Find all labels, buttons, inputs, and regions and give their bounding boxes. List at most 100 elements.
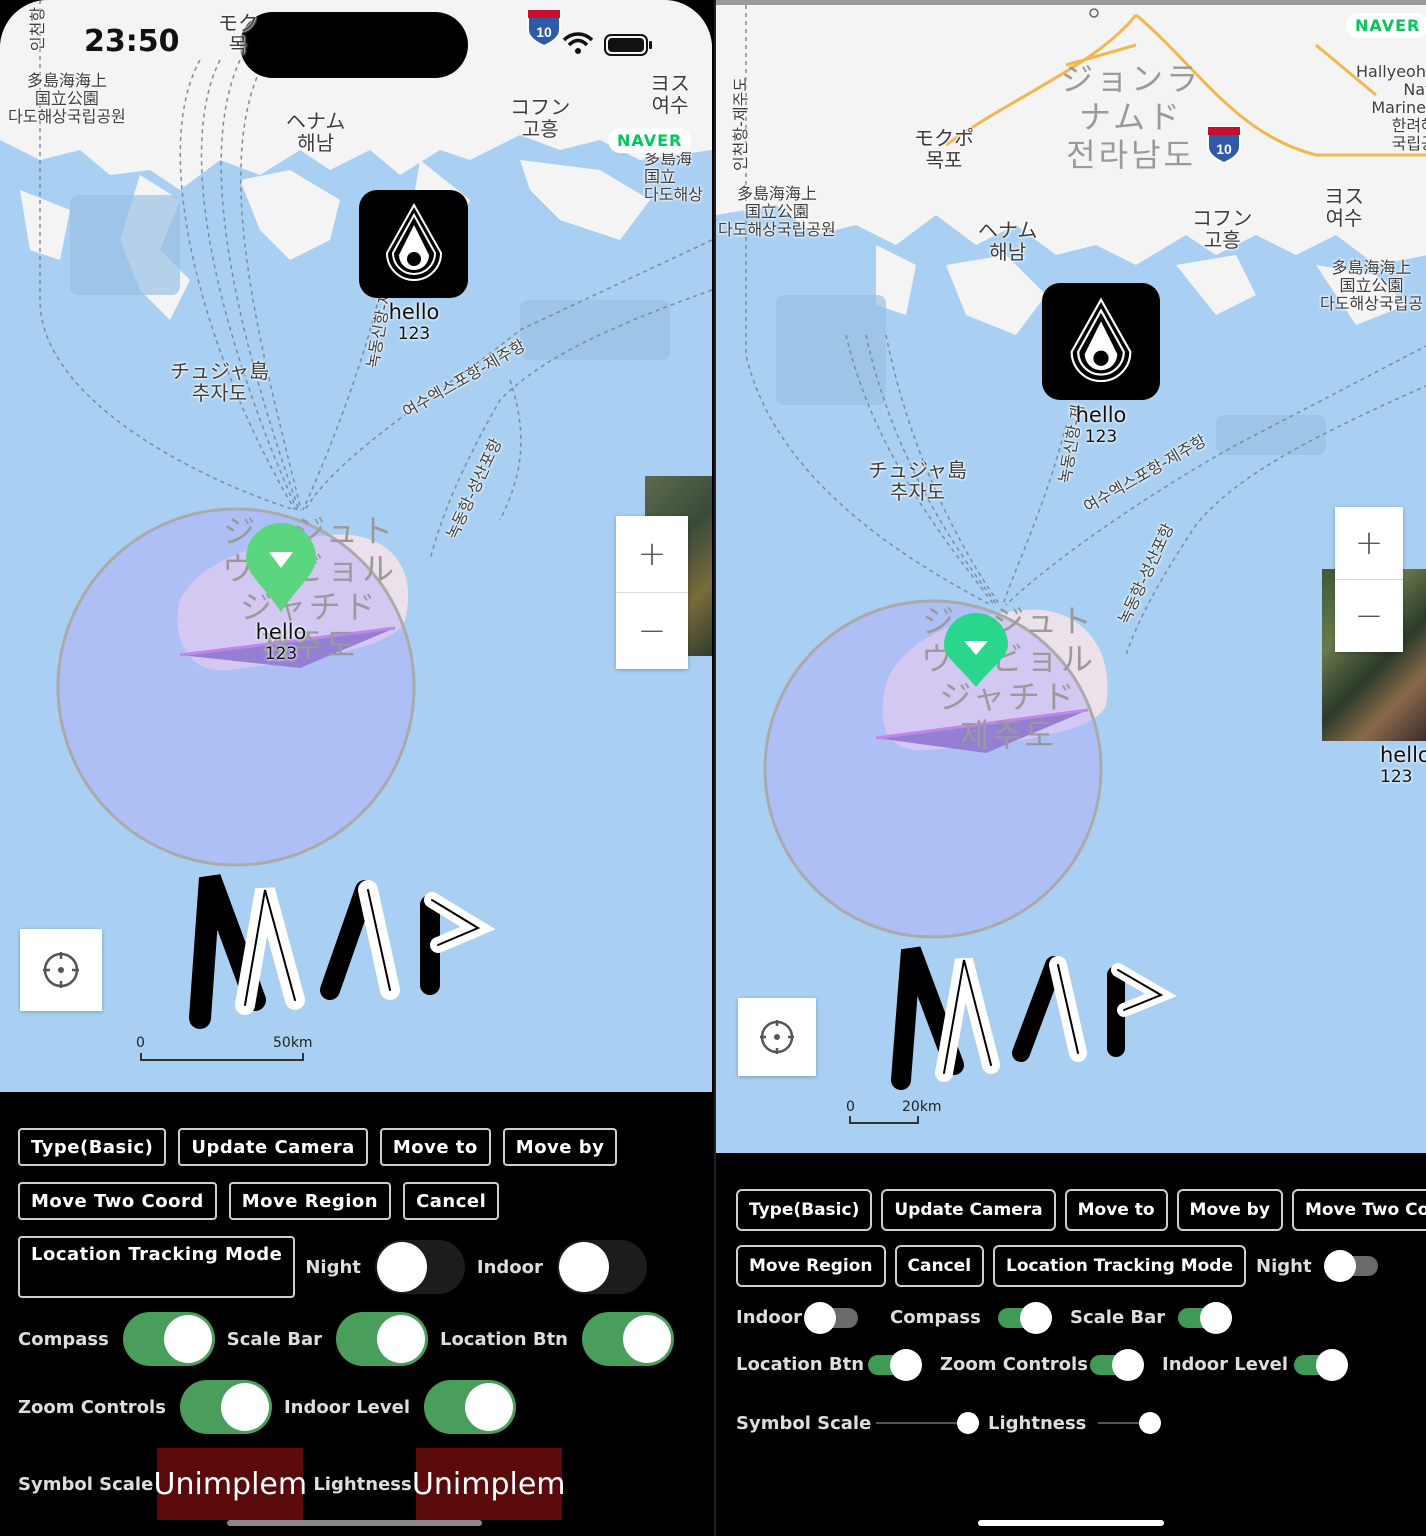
battery-icon: [604, 34, 652, 56]
label-mokpo: モクポ 목포: [914, 126, 974, 172]
label-tadohae: 多島海海上 国立公園 다도해상국립공원: [8, 71, 126, 126]
location-pin-marker[interactable]: [244, 522, 318, 614]
android-phone-screen: 10 NAVER HallyeohaNat'Marine I한려해국립공 ジョン…: [714, 0, 1426, 1536]
move-by-button[interactable]: Move by: [1176, 1189, 1283, 1231]
symbol-scale-slider-thumb[interactable]: [957, 1412, 979, 1434]
move-to-button[interactable]: Move to: [379, 1128, 491, 1166]
compass-label: Compass: [18, 1328, 109, 1350]
type-basic-button[interactable]: Type(Basic): [736, 1189, 873, 1231]
compass-label: Compass: [890, 1307, 981, 1328]
zoom-out-button[interactable]: −: [1335, 579, 1403, 652]
label-goheung: コフン 고흥: [510, 95, 571, 141]
indoor-level-label: Indoor Level: [283, 1396, 410, 1418]
ios-phone-screen: 10 23:50 多島海海上 国立公園 다도해상국립공원 ヘナム 해남 コフン …: [0, 0, 712, 1536]
location-tracking-mode-button[interactable]: Location Tracking Mode: [18, 1236, 296, 1298]
scale-bar: 0 20km: [846, 1099, 946, 1124]
scale-bar: 0 50km: [136, 1035, 313, 1061]
label-haenam: ヘナム 해남: [286, 109, 346, 155]
ios-map-view[interactable]: 10 23:50 多島海海上 国立公園 다도해상국립공원 ヘナム 해남 コフン …: [0, 0, 712, 1092]
location-btn-toggle[interactable]: [868, 1348, 922, 1381]
zoom-in-button[interactable]: +: [616, 516, 688, 592]
scale-bar-toggle[interactable]: [1178, 1301, 1232, 1334]
lightness-unimplemented: Unimplem: [412, 1448, 566, 1520]
zoom-controls-label: Zoom Controls: [940, 1354, 1088, 1375]
zoom-controls-toggle[interactable]: [179, 1380, 272, 1434]
label-yeosu: ヨス 여수: [650, 71, 690, 117]
location-btn-label: Location Btn: [439, 1328, 568, 1350]
location-button[interactable]: [738, 998, 816, 1076]
location-btn-toggle[interactable]: [581, 1312, 674, 1366]
update-camera-button[interactable]: Update Camera: [881, 1189, 1056, 1231]
lightness-slider-thumb[interactable]: [1139, 1412, 1161, 1434]
indoor-label: Indoor: [476, 1256, 543, 1278]
indoor-toggle[interactable]: [804, 1301, 858, 1334]
lightness-slider[interactable]: [1098, 1411, 1161, 1435]
location-btn-label: Location Btn: [736, 1354, 865, 1375]
zoom-out-button[interactable]: −: [616, 592, 688, 669]
night-label: Night: [305, 1256, 361, 1278]
scale-bar-label: Scale Bar: [1070, 1307, 1166, 1328]
android-controls-panel: Type(Basic) Update Camera Move to Move b…: [716, 1153, 1426, 1536]
wifi-icon: [562, 32, 594, 54]
cancel-button[interactable]: Cancel: [894, 1245, 985, 1287]
home-indicator[interactable]: [227, 1520, 482, 1526]
update-camera-button[interactable]: Update Camera: [178, 1128, 368, 1166]
app-icon-marker[interactable]: [359, 190, 468, 298]
night-toggle[interactable]: [1323, 1250, 1378, 1282]
type-basic-button[interactable]: Type(Basic): [18, 1128, 167, 1166]
move-two-coord-button[interactable]: Move Two Coord: [18, 1182, 217, 1220]
indoor-toggle[interactable]: [556, 1240, 647, 1294]
move-region-button[interactable]: Move Region: [228, 1182, 392, 1220]
scale-max: 50km: [273, 1035, 313, 1051]
label-route-incheon: 인천항: [28, 6, 48, 52]
lightness-label: Lightness: [313, 1473, 412, 1495]
map-base-layer: 10: [716, 5, 1426, 1090]
pin-marker-caption: hello 123: [255, 620, 307, 664]
home-indicator[interactable]: [978, 1520, 1164, 1526]
compass-toggle[interactable]: [122, 1312, 215, 1366]
scale-zero: 0: [136, 1035, 145, 1051]
zoom-controls: + −: [1335, 507, 1403, 652]
app-marker-caption: hello 123: [1075, 403, 1127, 447]
scale-zero: 0: [846, 1099, 855, 1115]
drop-logo-icon: [1070, 296, 1132, 382]
naver-logo[interactable]: NAVER: [1346, 13, 1426, 38]
zoom-controls-toggle[interactable]: [1090, 1348, 1144, 1381]
indoor-level-toggle[interactable]: [1294, 1348, 1348, 1381]
svg-text:10: 10: [536, 24, 552, 40]
night-label: Night: [1256, 1255, 1312, 1277]
location-pin-marker[interactable]: [942, 613, 1010, 689]
label-goheung: コフン 고흥: [1192, 206, 1253, 252]
scale-bar-toggle[interactable]: [335, 1312, 428, 1366]
zoom-controls-label: Zoom Controls: [18, 1396, 166, 1418]
cancel-button[interactable]: Cancel: [403, 1182, 500, 1220]
location-tracking-mode-button[interactable]: Location Tracking Mode: [993, 1245, 1247, 1287]
naver-logo[interactable]: NAVER: [608, 128, 692, 153]
scale-bar-label: Scale Bar: [226, 1328, 322, 1350]
photo-marker-caption: hello 123: [1380, 743, 1426, 787]
android-map-view[interactable]: 10 NAVER HallyeohaNat'Marine I한려해국립공 ジョン…: [716, 0, 1426, 1153]
label-tadohae-right: 多島海海上 国立公園 다도해상국립공: [1320, 258, 1424, 313]
move-by-button[interactable]: Move by: [502, 1128, 618, 1166]
app-marker-caption: hello 123: [388, 300, 440, 344]
symbol-scale-label: Symbol Scale: [18, 1473, 154, 1495]
zoom-in-button[interactable]: +: [1335, 507, 1403, 579]
move-to-button[interactable]: Move to: [1064, 1189, 1168, 1231]
move-region-button[interactable]: Move Region: [736, 1245, 886, 1287]
compass-toggle[interactable]: [998, 1301, 1052, 1334]
location-button[interactable]: [20, 929, 102, 1011]
label-chujado: チュジャ島 추자도: [868, 458, 967, 504]
dynamic-island: [240, 12, 468, 78]
label-mokpo-partial: モク 목: [218, 11, 258, 57]
status-icons: [560, 30, 660, 62]
ios-controls-panel: Type(Basic) Update Camera Move to Move b…: [0, 1092, 712, 1536]
zoom-controls: + −: [616, 516, 688, 669]
move-two-coord-button[interactable]: Move Two Coord: [1291, 1189, 1426, 1231]
night-toggle[interactable]: [374, 1240, 465, 1294]
crosshair-icon: [43, 952, 79, 988]
symbol-scale-slider[interactable]: [876, 1411, 979, 1435]
app-icon-marker[interactable]: [1042, 283, 1160, 400]
label-hallyeohaesang: HallyeohaNat'Marine I한려해국립공: [1356, 62, 1426, 153]
indoor-level-toggle[interactable]: [424, 1380, 516, 1434]
indoor-label: Indoor: [736, 1307, 803, 1328]
